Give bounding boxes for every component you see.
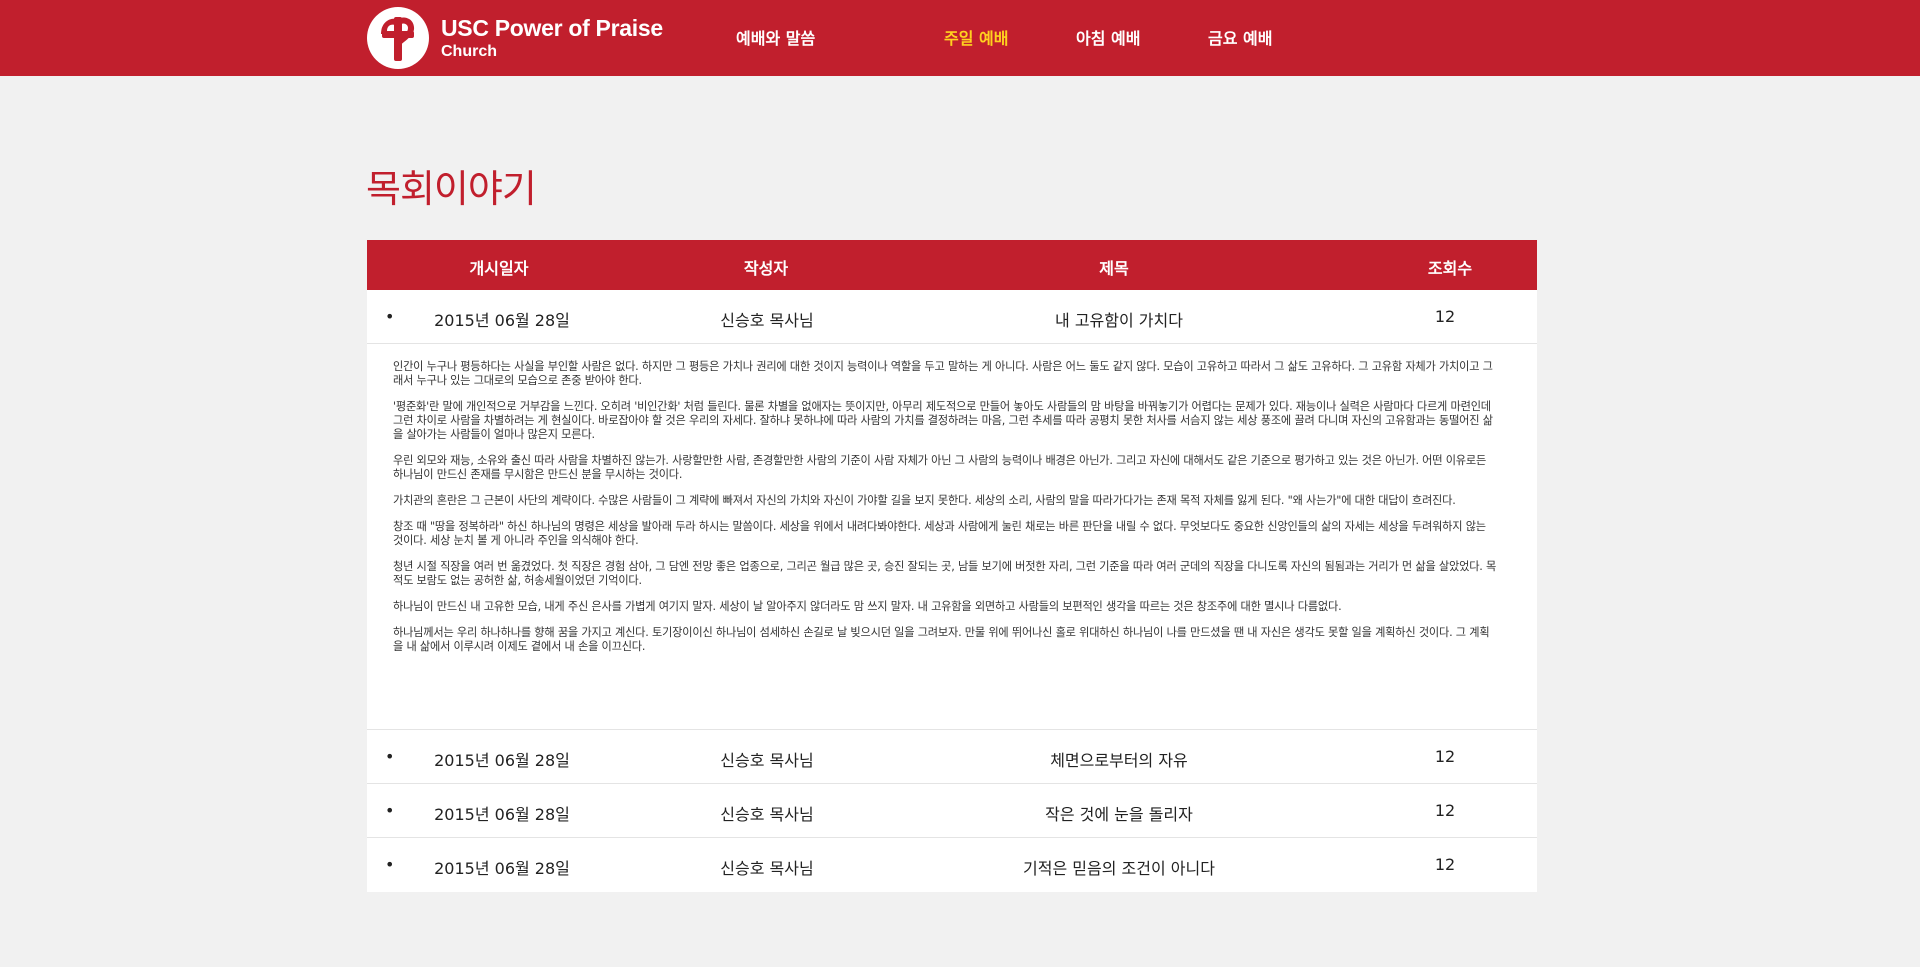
row-title: 내 고유함이 가치다 — [1055, 311, 1183, 330]
table-row[interactable]: • 2015년 06월 28일 신승호 목사님 내 고유함이 가치다 12 — [367, 290, 1537, 344]
row-author: 신승호 목사님 — [720, 751, 814, 770]
pastor-story-board: 개시일자 작성자 제목 조회수 • 2015년 06월 28일 신승호 목사님 … — [367, 240, 1537, 892]
article-paragraph: 창조 때 "땅을 정복하라" 하신 하나님의 명령은 세상을 발아래 두라 하시… — [393, 520, 1486, 547]
bullet-icon: • — [385, 307, 395, 326]
article-paragraph: '평준화'란 말에 개인적으로 거부감을 느낀다. 오히려 '비인간화' 처럼 … — [393, 400, 1493, 441]
table-row[interactable]: • 2015년 06월 28일 신승호 목사님 작은 것에 눈을 돌리자 12 — [367, 784, 1537, 838]
column-header-title: 제목 — [1099, 259, 1129, 278]
brand-text: USC Power of Praise Church — [441, 14, 663, 60]
table-row[interactable]: • 2015년 06월 28일 신승호 목사님 체면으로부터의 자유 12 — [367, 730, 1537, 784]
top-navigation-bar: USC Power of Praise Church 예배와 말씀 주일 예배 … — [0, 0, 1920, 76]
expanded-article: 인간이 누구나 평등하다는 사실을 부인할 사람은 없다. 하지만 그 평등은 … — [367, 344, 1537, 730]
table-header: 개시일자 작성자 제목 조회수 — [367, 240, 1537, 290]
bullet-icon: • — [385, 801, 395, 820]
nav-worship-and-word[interactable]: 예배와 말씀 — [736, 25, 815, 49]
article-paragraph: 청년 시절 직장을 여러 번 옮겼었다. 첫 직장은 경험 삼아, 그 담엔 전… — [393, 560, 1497, 587]
row-views: 12 — [1434, 307, 1456, 326]
nav-sunday-service[interactable]: 주일 예배 — [944, 25, 1008, 49]
article-paragraph: 하나님이 만드신 내 고유한 모습, 내게 주신 은사를 가볍게 여기지 말자.… — [393, 600, 1342, 613]
brand-title: USC Power of Praise — [441, 14, 663, 41]
table-row[interactable]: • 2015년 06월 28일 신승호 목사님 기적은 믿음의 조건이 아니다 … — [367, 838, 1537, 892]
bullet-icon: • — [385, 855, 395, 874]
article-paragraph: 우린 외모와 재능, 소유와 출신 따라 사람을 차별하진 않는가. 사랑할만한… — [393, 454, 1487, 481]
row-author: 신승호 목사님 — [720, 311, 814, 330]
row-views: 12 — [1434, 747, 1456, 766]
column-header-views: 조회수 — [1427, 259, 1473, 278]
page-title: 목회이야기 — [366, 167, 537, 211]
row-date: 2015년 06월 28일 — [434, 311, 570, 330]
column-header-date: 개시일자 — [469, 259, 529, 278]
row-date: 2015년 06월 28일 — [434, 751, 570, 770]
row-date: 2015년 06월 28일 — [434, 859, 570, 878]
article-paragraph: 인간이 누구나 평등하다는 사실을 부인할 사람은 없다. 하지만 그 평등은 … — [393, 360, 1493, 387]
church-logo-icon — [367, 7, 429, 69]
article-paragraph: 가치관의 혼란은 그 근본이 사단의 계략이다. 수많은 사람들이 그 계략에 … — [393, 494, 1456, 507]
brand-logo-link[interactable]: USC Power of Praise Church — [367, 7, 663, 69]
row-views: 12 — [1434, 801, 1456, 820]
row-author: 신승호 목사님 — [720, 859, 814, 878]
row-title: 기적은 믿음의 조건이 아니다 — [1023, 859, 1215, 878]
row-title: 체면으로부터의 자유 — [1050, 751, 1188, 770]
bullet-icon: • — [385, 747, 395, 766]
row-views: 12 — [1434, 855, 1456, 874]
nav-friday-service[interactable]: 금요 예배 — [1208, 25, 1272, 49]
brand-subtitle: Church — [441, 42, 497, 60]
row-title: 작은 것에 눈을 돌리자 — [1045, 805, 1193, 824]
row-author: 신승호 목사님 — [720, 805, 814, 824]
row-date: 2015년 06월 28일 — [434, 805, 570, 824]
column-header-author: 작성자 — [743, 259, 789, 278]
article-paragraph: 하나님께서는 우리 하나하나를 향해 꿈을 가지고 계신다. 토기장이이신 하나… — [393, 626, 1490, 653]
nav-morning-service[interactable]: 아침 예배 — [1076, 25, 1140, 49]
